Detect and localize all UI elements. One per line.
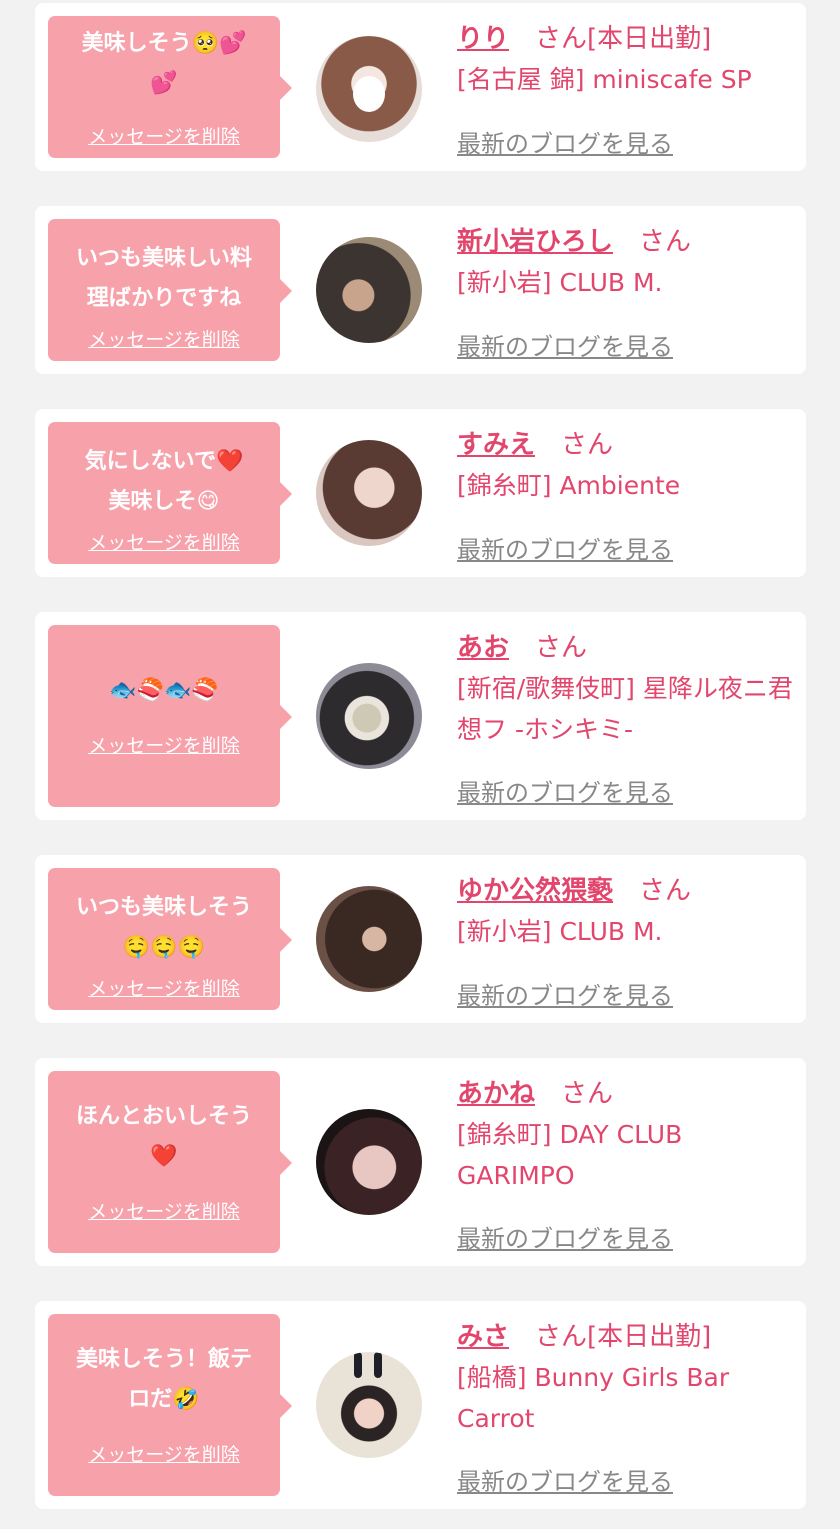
girl-info: あかね さん [錦糸町] DAY CLUB GARIMPO 最新のブログを見る (457, 1073, 794, 1253)
latest-blog-link[interactable]: 最新のブログを見る (457, 1462, 673, 1497)
delete-message-link[interactable]: メッセージを削除 (48, 122, 280, 149)
message-card: 🐟🍣🐟🍣 メッセージを削除 あお さん [新宿/歌舞伎町] 星降ル夜ニ君想フ -… (35, 612, 806, 820)
san-label: さん (561, 1079, 614, 1109)
shop-name: [新小岩] CLUB M. (457, 268, 663, 297)
message-bubble: 美味しそう🥺💕 💕 メッセージを削除 (48, 16, 292, 158)
message-bubble: いつも美味しい料 理ばかりですね メッセージを削除 (48, 219, 292, 361)
bunny-ears-icon (374, 1352, 382, 1378)
girl-info: あお さん [新宿/歌舞伎町] 星降ル夜ニ君想フ -ホシキミ- 最新のブログを見… (457, 627, 794, 807)
message-text: ほんとおいしそう ❤️ (75, 1104, 252, 1169)
face-mask-icon (353, 76, 385, 112)
girl-info: ゆか公然猥褻 さん [新小岩] CLUB M. 最新のブログを見る (457, 870, 794, 1010)
message-card: いつも美味しい料 理ばかりですね メッセージを削除 新小岩ひろし さん [新小岩… (35, 206, 806, 374)
avatar[interactable] (316, 1109, 422, 1215)
message-card: いつも美味しそう 🤤🤤🤤 メッセージを削除 ゆか公然猥褻 さん [新小岩] CL… (35, 855, 806, 1023)
girl-name-link[interactable]: ゆか公然猥褻 (457, 870, 613, 907)
girl-name-link[interactable]: りり (457, 18, 509, 55)
message-text: 美味しそう🥺💕 💕 (81, 31, 247, 96)
san-label: さん (639, 227, 692, 257)
girl-info: りり さん [本日出勤] [名古屋 錦] miniscafe SP 最新のブログ… (457, 18, 794, 158)
avatar[interactable] (316, 663, 422, 769)
message-bubble: いつも美味しそう 🤤🤤🤤 メッセージを削除 (48, 868, 292, 1010)
message-text: いつも美味しそう 🤤🤤🤤 (75, 895, 252, 960)
girl-name-link[interactable]: あかね (457, 1073, 535, 1110)
avatar[interactable] (316, 237, 422, 343)
shop-name: [新小岩] CLUB M. (457, 917, 663, 946)
san-label: さん (639, 876, 692, 906)
delete-message-link[interactable]: メッセージを削除 (48, 528, 280, 555)
avatar[interactable] (316, 886, 422, 992)
message-text: いつも美味しい料 理ばかりですね (75, 246, 252, 311)
girl-name-link[interactable]: あお (457, 627, 509, 664)
delete-message-link[interactable]: メッセージを削除 (48, 731, 280, 758)
message-bubble: 美味しそう！飯テ ロだ🤣 メッセージを削除 (48, 1314, 292, 1496)
delete-message-link[interactable]: メッセージを削除 (48, 1440, 280, 1467)
girl-name-link[interactable]: すみえ (457, 424, 535, 461)
san-label: さん (535, 24, 588, 54)
message-card: 美味しそう🥺💕 💕 メッセージを削除 りり さん [本日出勤] [名古屋 錦] … (35, 3, 806, 171)
bunny-ears-icon (354, 1352, 362, 1378)
delete-message-link[interactable]: メッセージを削除 (48, 325, 280, 352)
shop-name: [新宿/歌舞伎町] 星降ル夜ニ君想フ -ホシキミ- (457, 674, 793, 744)
latest-blog-link[interactable]: 最新のブログを見る (457, 124, 673, 159)
latest-blog-link[interactable]: 最新のブログを見る (457, 327, 673, 362)
shop-name: [船橋] Bunny Girls Bar Carrot (457, 1363, 730, 1433)
message-card: 美味しそう！飯テ ロだ🤣 メッセージを削除 みさ さん [本日出勤] [船橋] … (35, 1301, 806, 1509)
girl-name-link[interactable]: みさ (457, 1316, 509, 1353)
message-bubble: 気にしないで❤️ 美味しそ😋 メッセージを削除 (48, 422, 292, 564)
avatar[interactable] (316, 36, 422, 142)
message-bubble: ほんとおいしそう ❤️ メッセージを削除 (48, 1071, 292, 1253)
delete-message-link[interactable]: メッセージを削除 (48, 1197, 280, 1224)
message-bubble: 🐟🍣🐟🍣 メッセージを削除 (48, 625, 292, 807)
girl-info: みさ さん [本日出勤] [船橋] Bunny Girls Bar Carrot… (457, 1316, 794, 1496)
avatar[interactable] (316, 1352, 422, 1458)
latest-blog-link[interactable]: 最新のブログを見る (457, 976, 673, 1011)
girl-name-link[interactable]: 新小岩ひろし (457, 221, 613, 258)
message-text: 気にしないで❤️ 美味しそ😋 (84, 449, 244, 514)
san-label: さん (561, 430, 614, 460)
latest-blog-link[interactable]: 最新のブログを見る (457, 530, 673, 565)
shop-name: [錦糸町] DAY CLUB GARIMPO (457, 1120, 683, 1190)
shop-name: [錦糸町] Ambiente (457, 471, 681, 500)
status-label: [本日出勤] (587, 1322, 712, 1352)
latest-blog-link[interactable]: 最新のブログを見る (457, 1219, 673, 1254)
status-label: [本日出勤] (587, 24, 712, 54)
message-card: ほんとおいしそう ❤️ メッセージを削除 あかね さん [錦糸町] DAY CL… (35, 1058, 806, 1266)
girl-info: すみえ さん [錦糸町] Ambiente 最新のブログを見る (457, 424, 794, 564)
avatar[interactable] (316, 440, 422, 546)
san-label: さん (535, 633, 588, 663)
shop-name: [名古屋 錦] miniscafe SP (457, 65, 752, 94)
latest-blog-link[interactable]: 最新のブログを見る (457, 773, 673, 808)
girl-info: 新小岩ひろし さん [新小岩] CLUB M. 最新のブログを見る (457, 221, 794, 361)
message-text: 🐟🍣🐟🍣 (109, 678, 219, 703)
delete-message-link[interactable]: メッセージを削除 (48, 974, 280, 1001)
message-text: 美味しそう！飯テ ロだ🤣 (75, 1347, 252, 1412)
san-label: さん (535, 1322, 588, 1352)
message-card: 気にしないで❤️ 美味しそ😋 メッセージを削除 すみえ さん [錦糸町] Amb… (35, 409, 806, 577)
